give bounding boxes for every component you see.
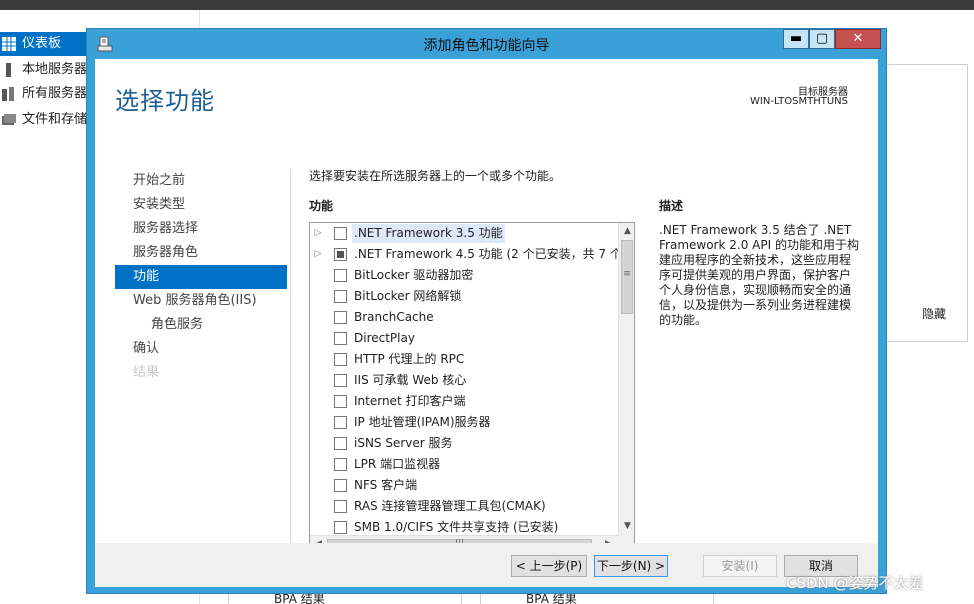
feature-row[interactable]: RAS 连接管理器管理工具包(CMAK) [310,496,618,517]
add-roles-features-wizard: 添加角色和功能向导 ▬ ▢ ✕ 选择功能 目标服务器 WIN-LTOSMTHTU… [86,28,887,594]
vertical-scrollbar[interactable]: ▲ ≡ ▼ [618,223,634,535]
feature-checkbox[interactable] [334,521,347,534]
feature-row[interactable]: ▷ .NET Framework 4.5 功能 (2 个已安装，共 7 个) [310,244,618,265]
feature-label: LPR 端口监视器 [354,457,441,471]
feature-checkbox[interactable] [334,248,347,261]
feature-row[interactable]: HTTP 代理上的 RPC [310,349,618,370]
step-results: 结果 [133,365,160,380]
feature-label: NFS 客户端 [354,478,418,492]
nav-item-label: 本地服务器 [22,62,88,77]
feature-checkbox[interactable] [334,500,347,513]
expand-arrow-icon[interactable]: ▷ [313,223,323,244]
wizard-footer: < 上一步(P) 下一步(N) > 安装(I) 取消 [95,543,878,587]
feature-label: .NET Framework 4.5 功能 (2 个已安装，共 7 个) [354,247,618,261]
feature-row[interactable]: SMB 1.0/CIFS 文件共享支持 (已安装) [310,517,618,535]
title-bar[interactable]: 添加角色和功能向导 ▬ ▢ ✕ [87,29,886,59]
server-manager-topbar [0,0,974,10]
step-server-roles[interactable]: 服务器角色 [115,241,287,265]
window-title: 添加角色和功能向导 [423,38,550,54]
wizard-steps: 开始之前 安装类型 服务器选择 服务器角色 功能 Web 服务器角色(IIS) … [115,169,287,385]
feature-label: RAS 连接管理器管理工具包(CMAK) [354,499,546,513]
feature-checkbox[interactable] [334,395,347,408]
features-rows: ▷ .NET Framework 3.5 功能 ▷ .NET Framework 4.… [310,223,618,535]
storage-icon [2,114,16,125]
features-list[interactable]: ▷ .NET Framework 3.5 功能 ▷ .NET Framework 4.… [309,222,635,554]
feature-checkbox[interactable] [334,290,347,303]
expand-arrow-icon[interactable]: ▷ [313,244,323,265]
dashboard-icon [2,37,16,51]
servers-icon [2,87,14,101]
previous-button[interactable]: < 上一步(P) [511,555,587,577]
feature-checkbox[interactable] [334,353,347,366]
features-header: 功能 [309,199,334,213]
feature-row[interactable]: BitLocker 驱动器加密 [310,265,618,286]
step-confirmation[interactable]: 确认 [115,337,287,361]
feature-checkbox[interactable] [334,332,347,345]
background-panel [880,64,968,342]
feature-checkbox[interactable] [334,227,347,240]
nav-item-label: 文件和存储 [22,112,88,127]
feature-checkbox[interactable] [334,416,347,429]
minimize-button[interactable]: ▬ [783,29,809,49]
grip-icon: ≡ [623,269,631,279]
feature-label: DirectPlay [354,331,415,345]
feature-label: IP 地址管理(IPAM)服务器 [354,415,491,429]
feature-row[interactable]: iSNS Server 服务 [310,433,618,454]
install-button: 安装(I) [703,555,777,577]
hide-link[interactable]: 隐藏 [922,305,946,322]
feature-label: SMB 1.0/CIFS 文件共享支持 (已安装) [354,520,559,534]
watermark: CSDN @姿势不太差 [786,574,924,592]
feature-label: IIS 可承载 Web 核心 [354,373,467,387]
close-button[interactable]: ✕ [835,29,881,49]
page-title: 选择功能 [115,87,215,115]
feature-row[interactable]: NFS 客户端 [310,475,618,496]
feature-row[interactable]: IIS 可承载 Web 核心 [310,370,618,391]
instruction-text: 选择要安装在所选服务器上的一个或多个功能。 [309,169,562,183]
feature-label: BranchCache [354,310,434,324]
feature-label: Internet 打印客户端 [354,394,466,408]
steps-divider [290,169,291,553]
feature-row[interactable]: Internet 打印客户端 [310,391,618,412]
feature-checkbox[interactable] [334,437,347,450]
feature-label: .NET Framework 3.5 功能 [352,224,505,243]
feature-checkbox[interactable] [334,269,347,282]
feature-row[interactable]: DirectPlay [310,328,618,349]
scroll-up-icon[interactable]: ▲ [619,223,634,240]
wizard-content: 选择功能 目标服务器 WIN-LTOSMTHTUNS 开始之前 安装类型 服务器… [95,59,878,554]
feature-row[interactable]: LPR 端口监视器 [310,454,618,475]
description-text: .NET Framework 3.5 结合了 .NET Framework 2.… [659,223,859,327]
step-role-services[interactable]: 角色服务 [115,313,287,337]
feature-checkbox[interactable] [334,458,347,471]
feature-label: BitLocker 网络解锁 [354,289,462,303]
next-button[interactable]: 下一步(N) > [594,555,668,577]
feature-label: HTTP 代理上的 RPC [354,352,465,366]
target-server-name: WIN-LTOSMTHTUNS [750,96,848,107]
nav-item-label: 仪表板 [22,36,62,51]
step-features[interactable]: 功能 [115,265,287,289]
step-installation-type[interactable]: 安装类型 [115,193,287,217]
feature-row[interactable]: BitLocker 网络解锁 [310,286,618,307]
feature-checkbox[interactable] [334,374,347,387]
feature-row[interactable]: BranchCache [310,307,618,328]
nav-item-label: 所有服务器 [22,86,88,101]
feature-label: iSNS Server 服务 [354,436,453,450]
feature-checkbox[interactable] [334,311,347,324]
description-header: 描述 [659,199,684,213]
scroll-down-icon[interactable]: ▼ [619,518,634,535]
step-before-you-begin[interactable]: 开始之前 [115,169,287,193]
server-icon [6,63,11,77]
maximize-button[interactable]: ▢ [809,29,835,49]
feature-row[interactable]: IP 地址管理(IPAM)服务器 [310,412,618,433]
step-web-server-role[interactable]: Web 服务器角色(IIS) [115,289,287,313]
feature-checkbox[interactable] [334,479,347,492]
feature-row[interactable]: ▷ .NET Framework 3.5 功能 [310,223,618,244]
step-server-selection[interactable]: 服务器选择 [115,217,287,241]
vertical-scroll-thumb[interactable]: ≡ [621,240,633,314]
feature-label: BitLocker 驱动器加密 [354,268,474,282]
